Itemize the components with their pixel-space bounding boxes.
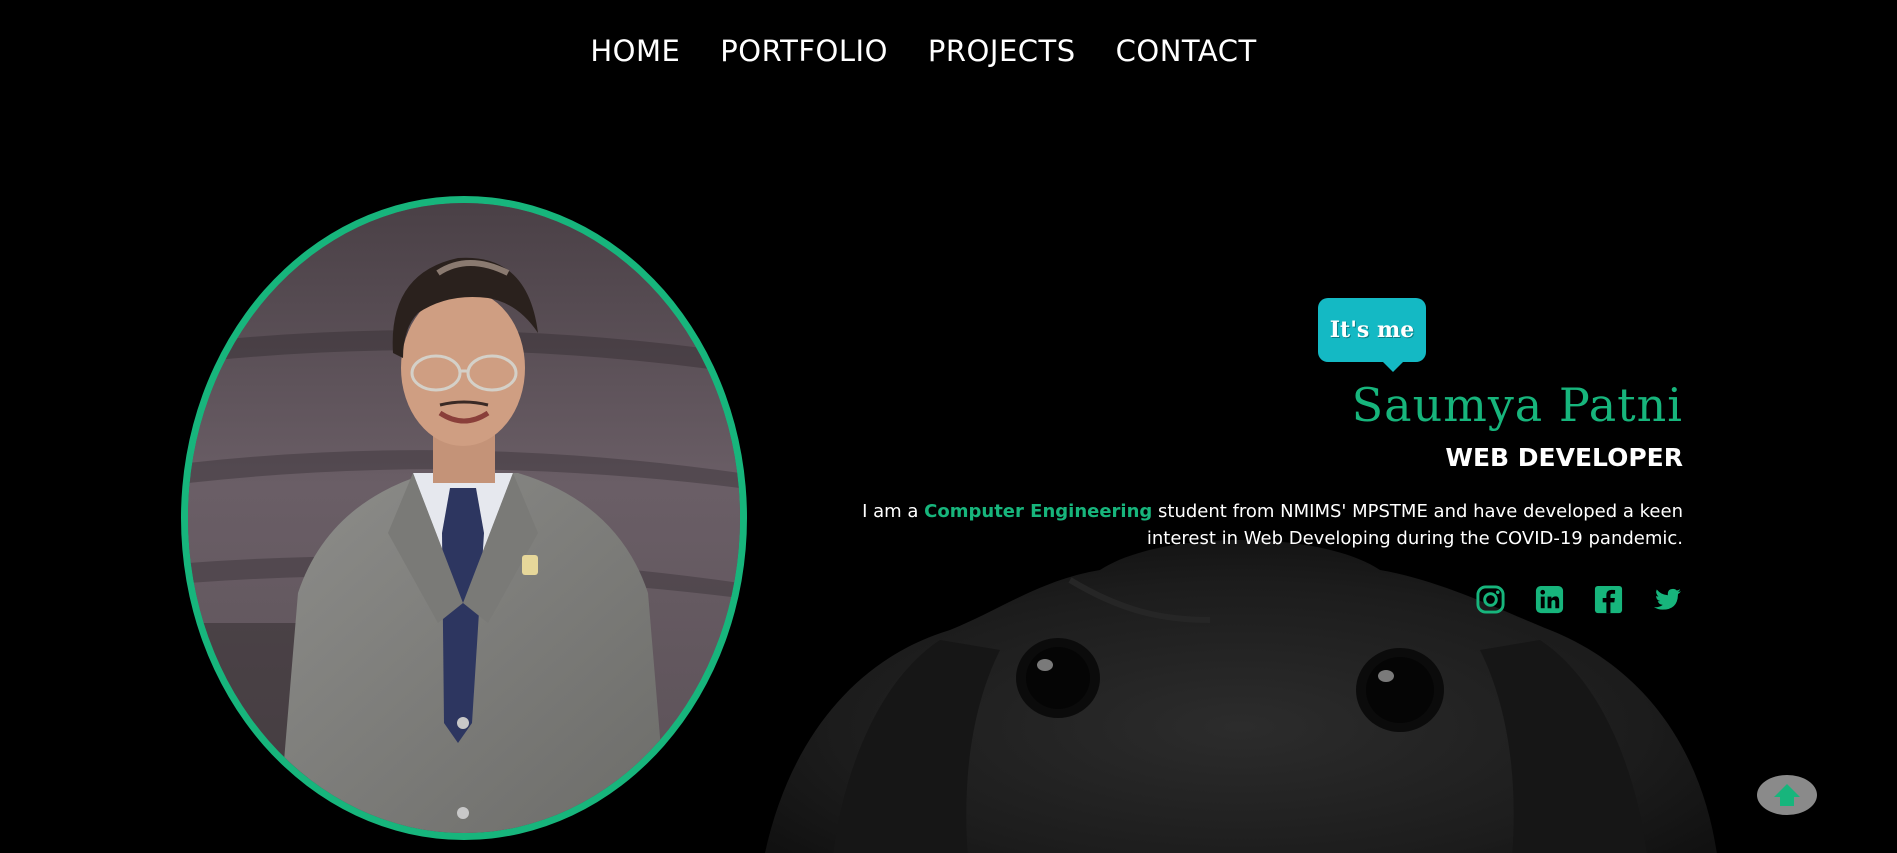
bubble-text: It's me bbox=[1329, 317, 1415, 343]
hero-name: Saumya Patni bbox=[1351, 378, 1683, 432]
its-me-bubble: It's me bbox=[1318, 298, 1426, 372]
bio-prefix: I am a bbox=[862, 501, 925, 522]
twitter-icon[interactable] bbox=[1652, 584, 1683, 615]
arrow-up-icon bbox=[1774, 784, 1800, 806]
bio-highlight: Computer Engineering bbox=[924, 501, 1153, 522]
linkedin-icon[interactable] bbox=[1534, 584, 1565, 615]
profile-photo-image bbox=[188, 203, 740, 833]
bio-suffix: student from NMIMS' MPSTME and have deve… bbox=[1146, 501, 1683, 549]
facebook-icon[interactable] bbox=[1593, 584, 1624, 615]
main-nav: HOME PORTFOLIO PROJECTS CONTACT bbox=[0, 34, 1897, 68]
nav-contact-link[interactable]: CONTACT bbox=[1116, 34, 1257, 68]
page: HOME PORTFOLIO PROJECTS CONTACT It's me … bbox=[0, 0, 1897, 853]
social-links bbox=[1475, 584, 1683, 615]
nav-projects-link[interactable]: PROJECTS bbox=[928, 34, 1076, 68]
profile-photo bbox=[181, 196, 747, 840]
instagram-icon[interactable] bbox=[1475, 584, 1506, 615]
nav-home-link[interactable]: HOME bbox=[590, 34, 680, 68]
dog-background-image bbox=[765, 540, 1717, 853]
hero-role: WEB DEVELOPER bbox=[1445, 443, 1683, 472]
hero-bio: I am a Computer Engineering student from… bbox=[823, 498, 1683, 552]
scroll-to-top-button[interactable] bbox=[1757, 775, 1817, 815]
nav-portfolio-link[interactable]: PORTFOLIO bbox=[720, 34, 888, 68]
